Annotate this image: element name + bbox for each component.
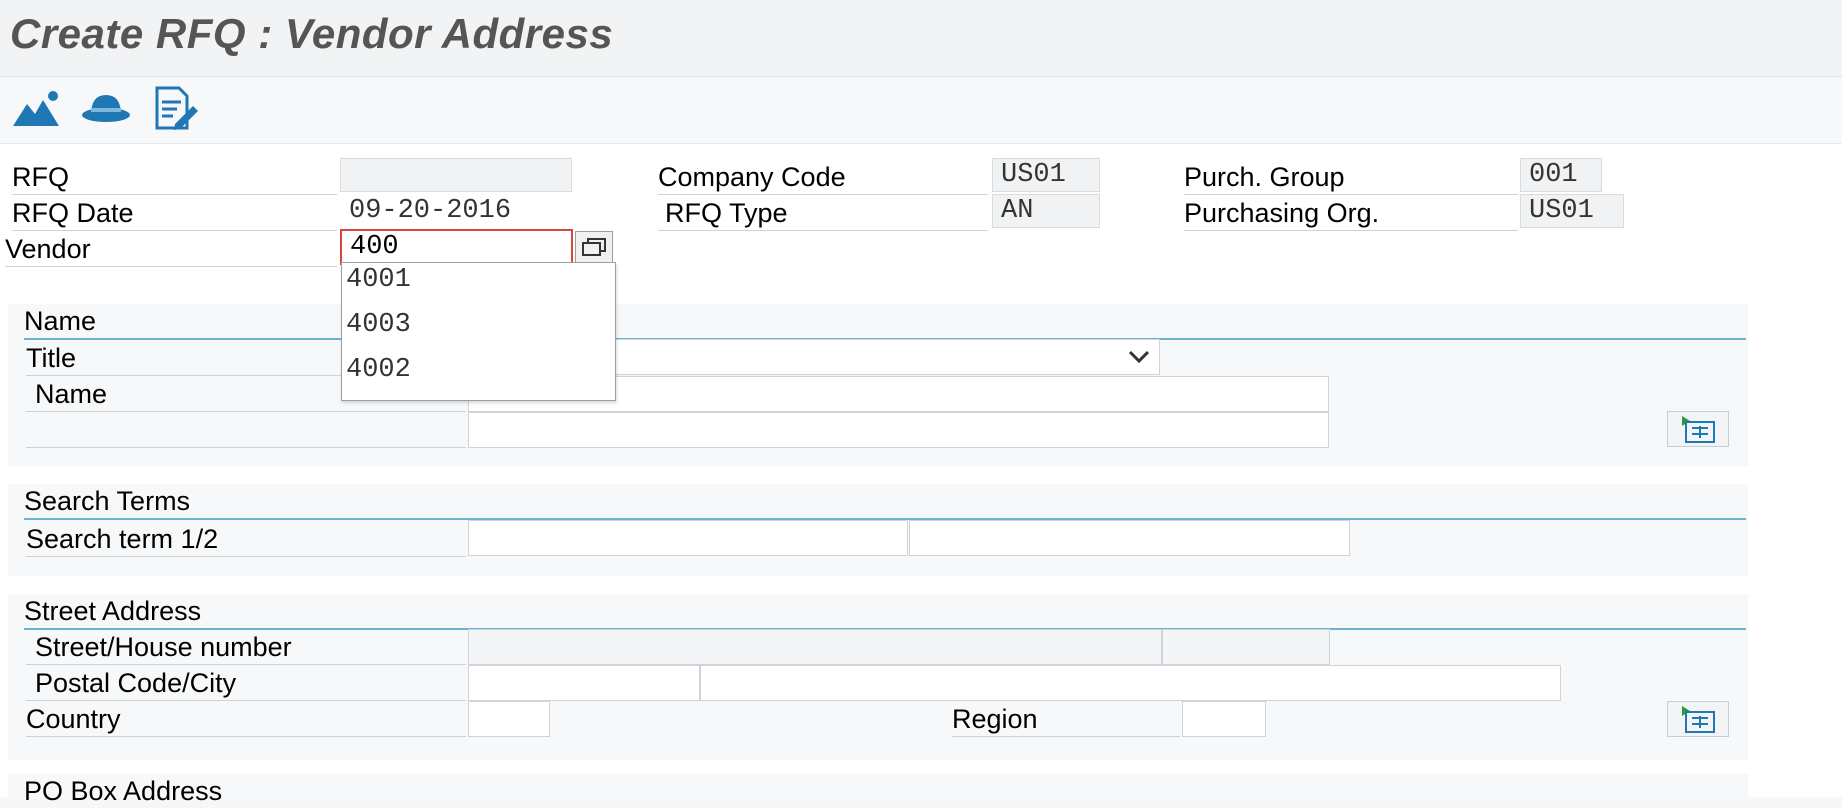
hat-icon[interactable]	[80, 82, 132, 134]
rfq-date-label: RFQ Date	[12, 196, 337, 231]
search-term-1-input[interactable]	[468, 520, 908, 556]
name-2-input[interactable]	[468, 412, 1329, 448]
search-term-label: Search term 1/2	[26, 522, 466, 557]
rfq-field	[340, 158, 572, 192]
mountain-icon[interactable]	[11, 82, 63, 134]
chevron-down-icon[interactable]	[1124, 344, 1154, 370]
city-input[interactable]	[700, 665, 1561, 701]
postal-city-label: Postal Code/City	[26, 666, 466, 701]
house-number-input[interactable]	[1162, 629, 1330, 665]
name-more-fields-button[interactable]	[1667, 411, 1729, 447]
rfq-type-label: RFQ Type	[658, 196, 988, 231]
rfq-date-field: 09-20-2016	[340, 194, 572, 228]
document-edit-icon[interactable]	[150, 82, 202, 134]
rfq-type-field: AN	[992, 194, 1100, 228]
page-title: Create RFQ : Vendor Address	[10, 10, 614, 57]
company-code-label: Company Code	[658, 160, 988, 195]
purch-group-label: Purch. Group	[1184, 160, 1518, 195]
rfq-label: RFQ	[12, 160, 337, 195]
vendor-option[interactable]: 4002	[346, 355, 411, 385]
street-address-heading: Street Address	[24, 594, 1746, 630]
vendor-value-help-button[interactable]	[575, 231, 613, 263]
street-input[interactable]	[468, 629, 1162, 665]
vendor-label: Vendor	[5, 232, 337, 267]
expand-fields-icon	[1682, 416, 1715, 443]
country-label: Country	[26, 702, 466, 737]
search-terms-heading: Search Terms	[24, 484, 1746, 520]
vendor-option[interactable]: 4003	[346, 310, 411, 340]
application-toolbar	[0, 77, 1842, 144]
region-label: Region	[952, 702, 1180, 737]
vendor-option[interactable]: 4001	[346, 265, 411, 295]
vendor-suggestion-list: 4001 4003 4002	[341, 262, 616, 401]
vendor-input[interactable]: 400	[340, 229, 573, 265]
street-more-fields-button[interactable]	[1667, 701, 1729, 737]
search-term-2-input[interactable]	[909, 520, 1350, 556]
po-box-heading: PO Box Address	[24, 776, 223, 806]
value-help-icon	[582, 238, 606, 256]
street-label: Street/House number	[26, 630, 466, 665]
postal-code-input[interactable]	[468, 665, 700, 701]
expand-fields-icon	[1682, 706, 1715, 733]
country-input[interactable]	[468, 701, 550, 737]
company-code-field: US01	[992, 158, 1100, 192]
region-input[interactable]	[1182, 701, 1266, 737]
purchasing-org-field: US01	[1520, 194, 1624, 228]
name-section-heading: Name	[24, 304, 1746, 340]
purch-group-field: 001	[1520, 158, 1602, 192]
name-2-label	[26, 413, 466, 448]
purchasing-org-label: Purchasing Org.	[1184, 196, 1518, 231]
po-box-section	[8, 774, 1748, 797]
